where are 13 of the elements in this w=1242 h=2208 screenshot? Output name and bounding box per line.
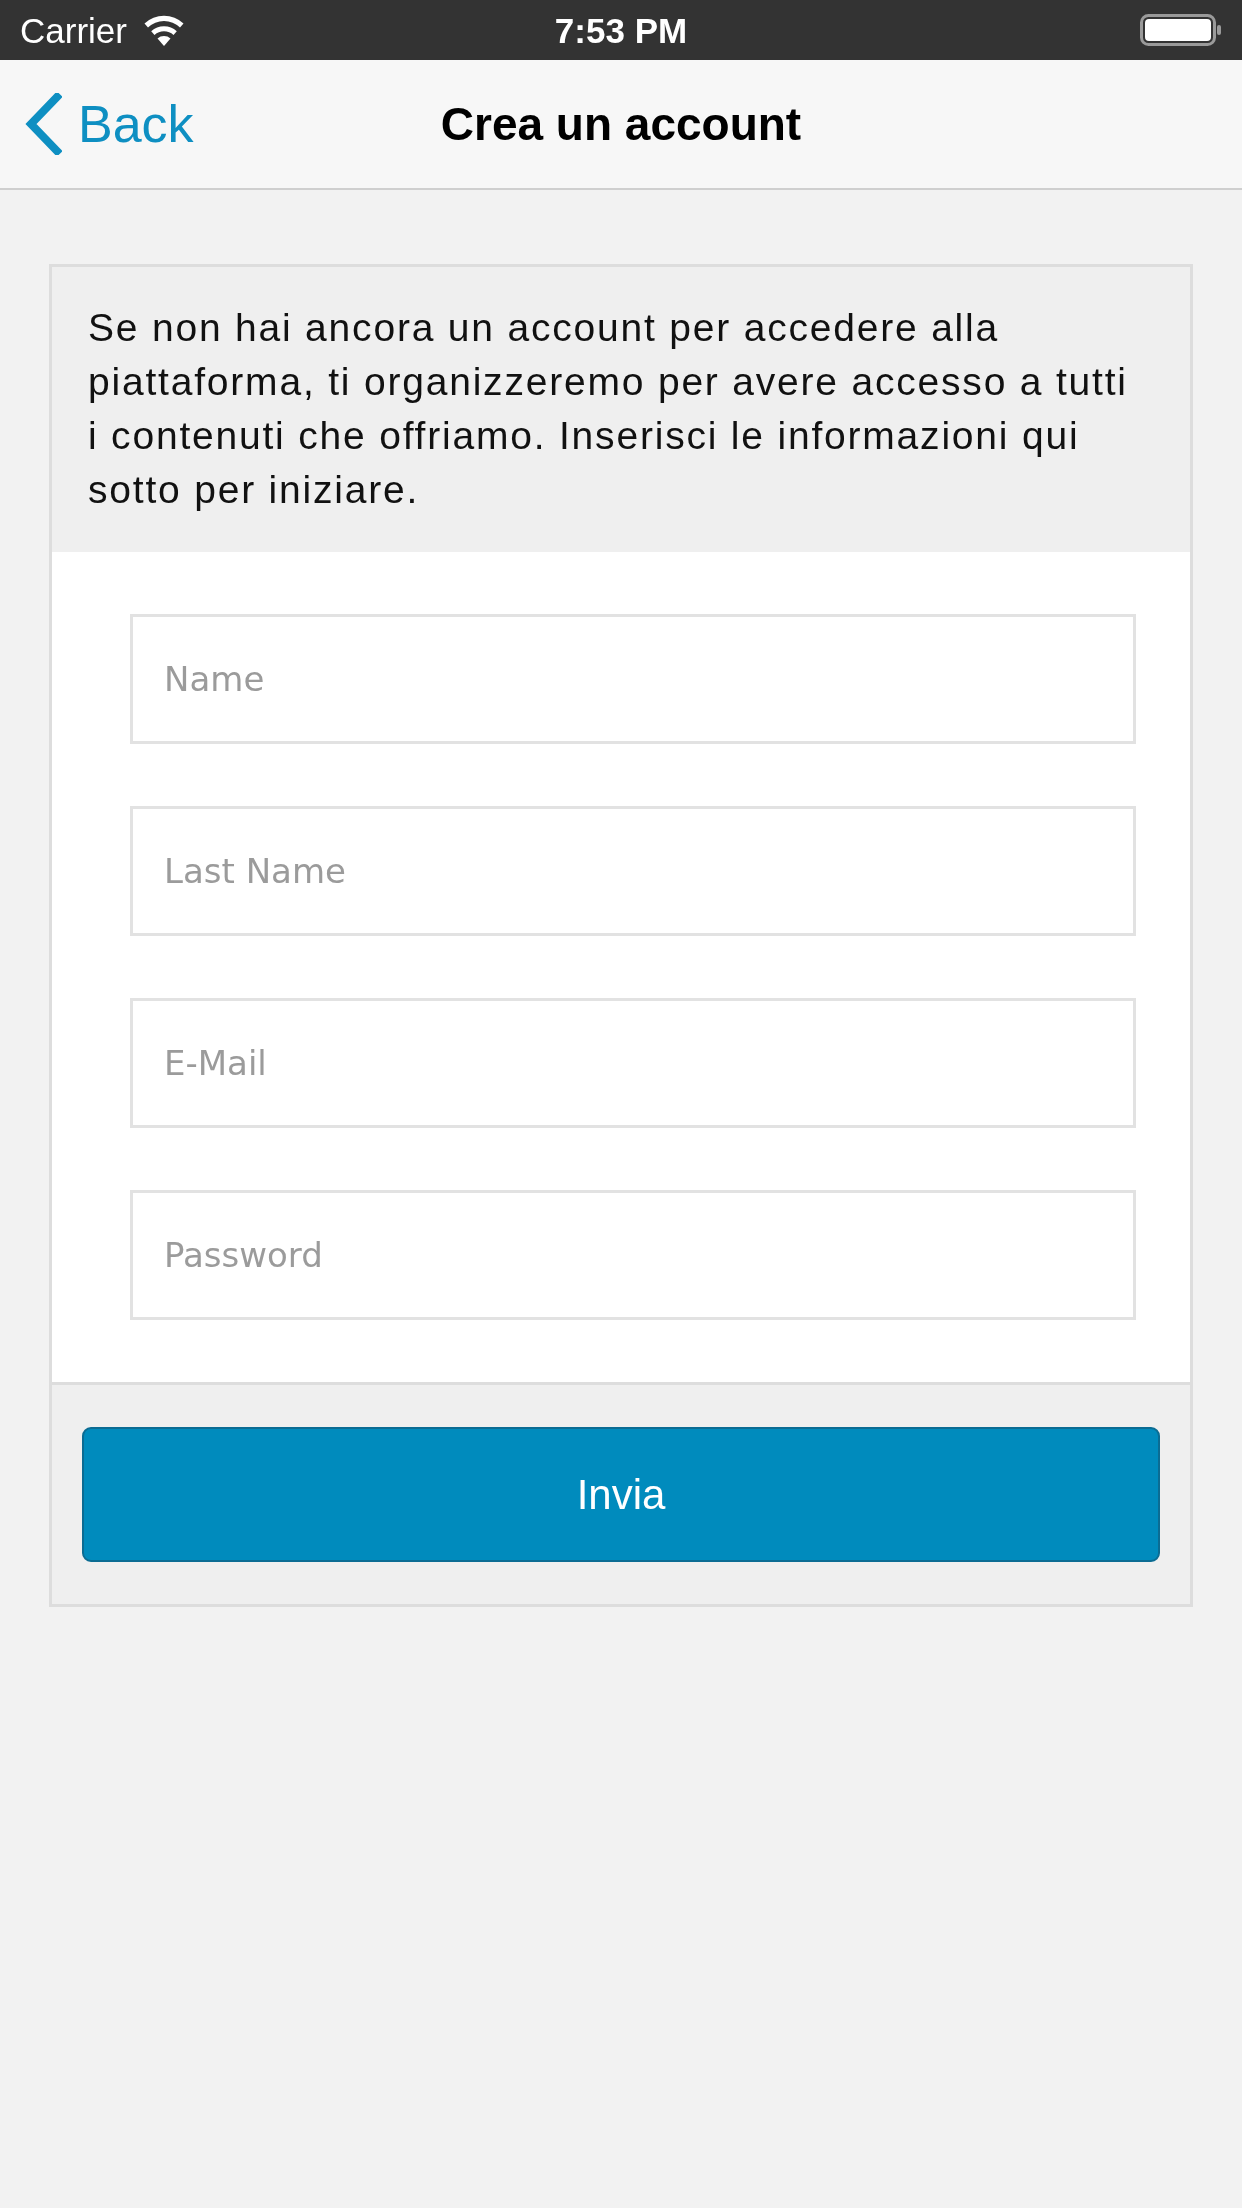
input-field[interactable]: Name bbox=[130, 614, 1136, 744]
wifi-icon bbox=[142, 14, 185, 46]
chevron-left-icon bbox=[24, 93, 62, 155]
back-button[interactable]: Back bbox=[0, 93, 194, 155]
submit-button[interactable]: Invia bbox=[82, 1427, 1160, 1562]
carrier-label: Carrier bbox=[20, 12, 127, 48]
intro-text: Se non hai ancora un account per accedere alla piattaforma, ti organizzeremo per avere accesso a tutti i contenuti che offriamo. Inserisci le informazioni qui sotto per iniziare. bbox=[88, 305, 1129, 513]
page-title: Crea un account bbox=[440, 101, 802, 147]
battery-icon bbox=[1140, 14, 1222, 46]
input-field[interactable]: Last Name bbox=[130, 806, 1136, 936]
time-label: 7:53 PM bbox=[554, 12, 688, 48]
input-field[interactable]: E-Mail bbox=[130, 998, 1136, 1128]
input-field[interactable]: Password bbox=[130, 1190, 1136, 1320]
